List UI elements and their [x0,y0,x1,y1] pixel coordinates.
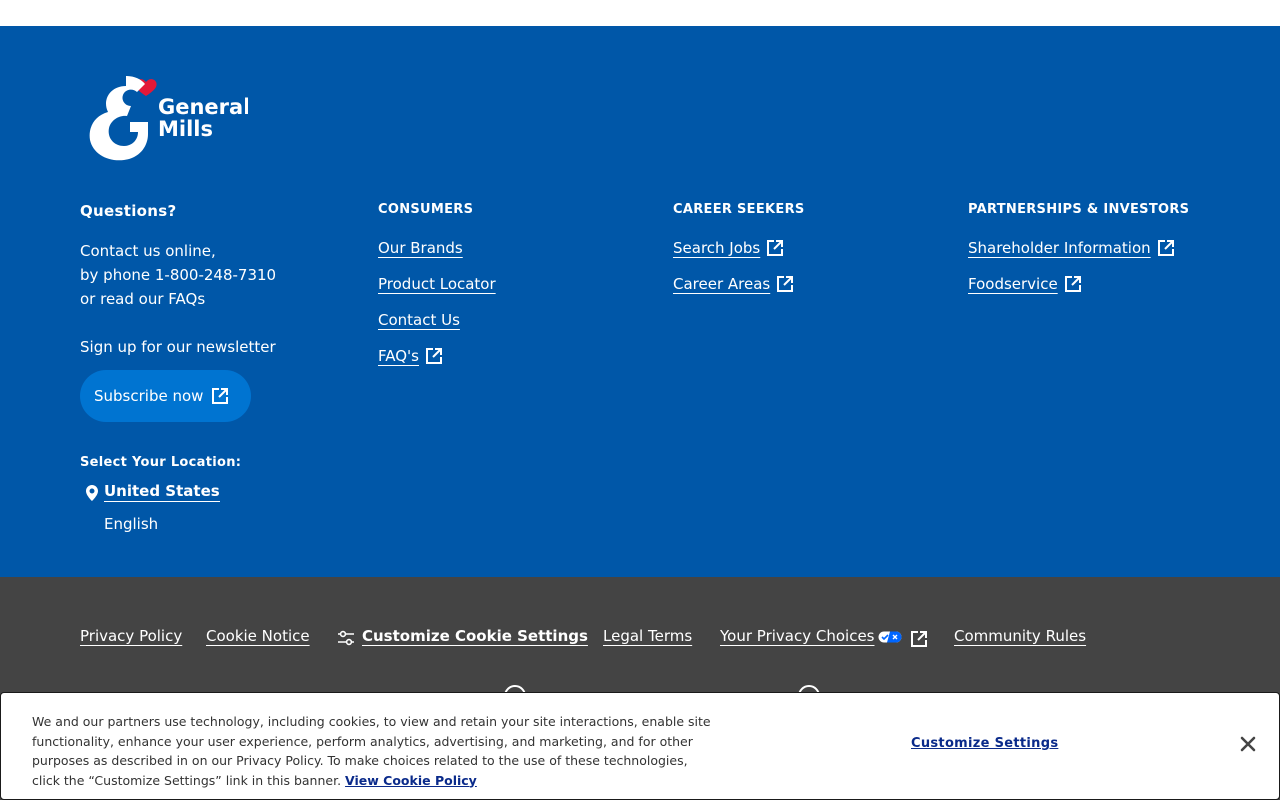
subscribe-button[interactable]: Subscribe now [80,370,251,422]
contact-line-1: Contact us online, [80,242,216,260]
sliders-icon [337,630,355,646]
location-country-link[interactable]: United States [104,482,220,502]
external-link-icon [1064,275,1082,293]
link-career-areas[interactable]: Career Areas [673,273,805,309]
link-privacy-policy[interactable]: Privacy Policy [80,627,182,645]
consumers-heading: CONSUMERS [378,202,474,217]
svg-text:General: General [158,95,248,119]
general-mills-logo[interactable]: General Mills [88,72,248,164]
career-column: CAREER SEEKERS Search Jobs Career Areas [673,202,805,309]
partners-heading: PARTNERSHIPS & INVESTORS [968,202,1190,217]
contact-line-3: or read our FAQs [80,290,206,308]
svg-text:Mills: Mills [158,117,213,141]
link-foodservice[interactable]: Foodservice [968,273,1189,309]
close-icon[interactable] [1237,733,1259,755]
location-language: English [104,515,159,533]
subscribe-label: Subscribe now [94,387,204,405]
customize-settings-button[interactable]: Customize Settings [911,736,1058,751]
questions-column: Questions? Contact us online, by phone 1… [80,202,276,359]
external-link-icon [766,239,784,257]
location-pin-icon [86,485,98,501]
link-your-privacy-choices[interactable]: Your Privacy Choices [720,627,874,645]
external-link-icon [910,630,928,648]
link-legal-terms[interactable]: Legal Terms [603,627,692,645]
footer-main: General Mills Questions? Contact us onli… [0,26,1280,577]
link-customize-cookie-settings[interactable]: Customize Cookie Settings [362,627,588,645]
link-search-jobs[interactable]: Search Jobs [673,237,805,273]
top-bar [0,0,1280,26]
external-link-icon [776,275,794,293]
link-contact-us[interactable]: Contact Us [378,309,496,345]
newsletter-text: Sign up for our newsletter [80,338,276,356]
cookie-banner-text: We and our partners use technology, incl… [32,714,711,788]
location-heading: Select Your Location: [80,455,242,470]
link-product-locator[interactable]: Product Locator [378,273,496,309]
link-faqs[interactable]: FAQ's [378,345,496,381]
view-cookie-policy-link[interactable]: View Cookie Policy [345,773,477,788]
link-shareholder-information[interactable]: Shareholder Information [968,237,1189,273]
privacy-choices-icon [878,631,902,643]
external-link-icon [1157,239,1175,257]
questions-heading: Questions? [80,202,177,220]
link-our-brands[interactable]: Our Brands [378,237,496,273]
cookie-banner: We and our partners use technology, incl… [0,692,1280,800]
external-link-icon [211,387,229,405]
link-cookie-notice[interactable]: Cookie Notice [206,627,310,645]
link-community-rules[interactable]: Community Rules [954,627,1086,645]
external-link-icon [425,347,443,365]
consumers-column: CONSUMERS Our Brands Product Locator Con… [378,202,496,381]
partners-column: PARTNERSHIPS & INVESTORS Shareholder Inf… [968,202,1189,309]
career-heading: CAREER SEEKERS [673,202,805,217]
contact-line-2: by phone 1-800-248-7310 [80,266,277,284]
